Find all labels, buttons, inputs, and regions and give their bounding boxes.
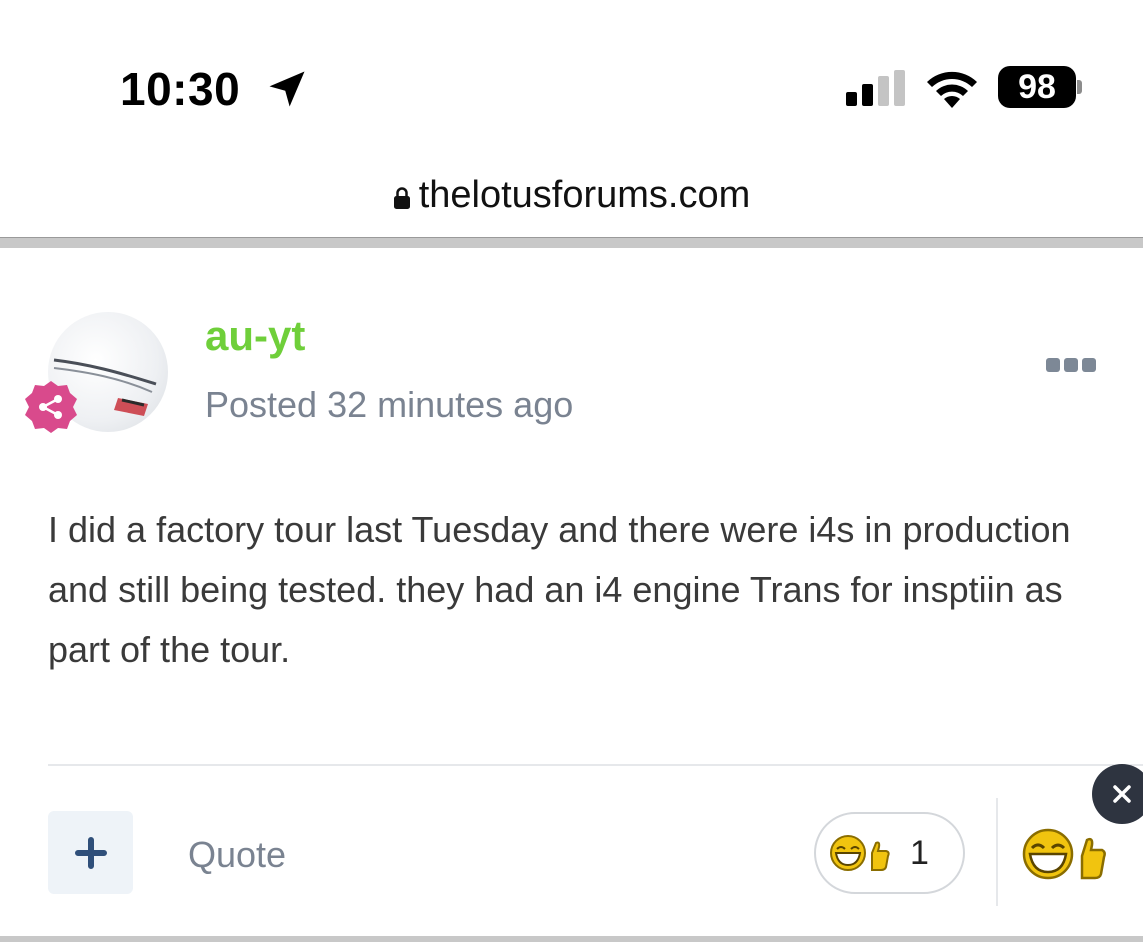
wifi-icon (927, 71, 977, 108)
battery-tip (1077, 80, 1082, 94)
plus-icon (74, 836, 107, 869)
post-timestamp[interactable]: Posted 32 minutes ago (205, 384, 573, 426)
post-body: I did a factory tour last Tuesday and th… (48, 509, 1071, 670)
bottom-divider (0, 936, 1143, 942)
more-icon-dot (1046, 358, 1060, 372)
more-icon-dot (1082, 358, 1096, 372)
share-badge-icon (25, 381, 77, 433)
address-bar[interactable]: thelotusforums.com (0, 174, 1143, 217)
quote-button[interactable]: Quote (188, 834, 286, 876)
url-text: thelotusforums.com (418, 174, 751, 216)
status-time: 10:30 (120, 63, 241, 115)
reaction-count: 1 (910, 833, 929, 872)
toolbar-divider (0, 237, 1143, 248)
location-arrow-icon (269, 71, 305, 107)
lock-icon (393, 187, 410, 209)
react-button[interactable] (1020, 826, 1106, 882)
more-icon-dot (1064, 358, 1078, 372)
reaction-summary[interactable]: 1 (814, 812, 965, 894)
post-author[interactable]: au-yt (205, 312, 305, 360)
multiquote-button[interactable] (48, 811, 133, 894)
more-options-button[interactable] (1046, 358, 1096, 372)
close-icon (1113, 785, 1131, 803)
battery-icon: 98 (998, 66, 1076, 108)
post-divider (48, 764, 1143, 766)
signal-icon (846, 70, 905, 106)
reaction-divider (996, 798, 998, 906)
close-button[interactable] (1092, 764, 1143, 824)
laugh-thumbs-up-icon (830, 835, 890, 871)
